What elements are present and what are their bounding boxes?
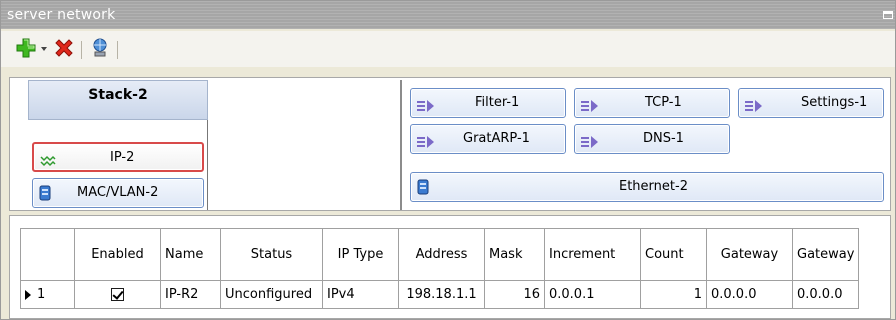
mask-cell[interactable]: 16 — [484, 280, 545, 309]
count-cell[interactable]: 1 — [640, 280, 707, 309]
network-wizard-icon[interactable] — [89, 37, 111, 63]
block-label: TCP-1 — [645, 95, 682, 110]
enabled-cell[interactable] — [74, 280, 161, 309]
column-header-enabled[interactable]: Enabled — [74, 228, 161, 281]
column-header-count[interactable]: Count — [640, 228, 707, 281]
title-bar[interactable]: server network — [1, 1, 895, 29]
ip-type-cell[interactable]: IPv4 — [322, 280, 399, 309]
device-icon — [39, 184, 51, 212]
block-mac-vlan-2[interactable]: MAC/VLAN-2 — [32, 178, 204, 208]
table-header-row: Enabled Name Status IP Type Address Mask… — [20, 228, 860, 281]
increment-cell[interactable]: 0.0.0.1 — [544, 280, 641, 309]
column-header-address[interactable]: Address — [398, 228, 485, 281]
ip-grid: Enabled Name Status IP Type Address Mask… — [9, 215, 891, 319]
current-row-arrow-icon — [25, 289, 31, 300]
column-header-status[interactable]: Status — [220, 228, 323, 281]
column-header-mask[interactable]: Mask — [484, 228, 545, 281]
stack-header[interactable]: Stack-2 — [28, 80, 208, 120]
column-header-name[interactable]: Name — [160, 228, 221, 281]
column-header-indicator — [20, 228, 75, 281]
ip-icon — [40, 151, 56, 179]
server-network-window: server network Stack-2 IP-2 MAC/VLAN-2 F… — [0, 0, 896, 320]
address-cell[interactable]: 198.18.1.1 — [398, 280, 485, 309]
toolbar-separator — [81, 41, 82, 59]
block-filter-1[interactable]: Filter-1 — [410, 88, 566, 118]
column-header-increment[interactable]: Increment — [544, 228, 641, 281]
block-label: MAC/VLAN-2 — [77, 185, 159, 200]
gateway-cell[interactable]: 0.0.0.0 — [706, 280, 793, 309]
gateway-2-cell[interactable]: 0.0.0.0 — [791, 280, 860, 309]
column-header-gateway[interactable]: Gateway — [706, 228, 793, 281]
enabled-checkbox[interactable] — [111, 288, 124, 301]
window-title: server network — [7, 7, 116, 23]
stack-column: Stack-2 IP-2 MAC/VLAN-2 — [28, 80, 208, 210]
block-label: IP-2 — [110, 150, 135, 165]
block-ip-2[interactable]: IP-2 — [32, 142, 204, 172]
block-gratarp-1[interactable]: GratARP-1 — [410, 124, 566, 154]
add-icon[interactable] — [15, 37, 37, 63]
block-ethernet-2[interactable]: Ethernet-2 — [410, 172, 884, 202]
row-index: 1 — [37, 287, 46, 302]
stack-divider — [400, 80, 402, 210]
block-tcp-1[interactable]: TCP-1 — [574, 88, 730, 118]
add-dropdown-chevron-icon[interactable] — [41, 47, 47, 51]
protocol-icon — [745, 96, 763, 124]
protocol-icon — [581, 132, 599, 160]
block-label: Ethernet-2 — [619, 179, 688, 194]
stack-panel: Stack-2 IP-2 MAC/VLAN-2 Filter-1 TCP-1 S… — [9, 77, 891, 211]
protocol-icon — [581, 96, 599, 124]
block-label: Filter-1 — [475, 95, 520, 110]
column-header-ip-type[interactable]: IP Type — [322, 228, 399, 281]
block-dns-1[interactable]: DNS-1 — [574, 124, 730, 154]
protocol-icon — [417, 96, 435, 124]
toolbar — [1, 31, 895, 67]
dock-icon[interactable] — [883, 11, 893, 19]
toolbar-separator — [117, 41, 118, 59]
ip-table: Enabled Name Status IP Type Address Mask… — [20, 228, 860, 309]
block-label: Settings-1 — [801, 95, 868, 110]
delete-icon[interactable] — [53, 37, 75, 63]
protocol-icon — [417, 132, 435, 160]
block-label: GratARP-1 — [463, 131, 530, 146]
block-label: DNS-1 — [643, 131, 684, 146]
name-cell[interactable]: IP-R2 — [160, 280, 221, 309]
status-cell[interactable]: Unconfigured — [220, 280, 323, 309]
block-settings-1[interactable]: Settings-1 — [738, 88, 884, 118]
device-icon — [417, 178, 429, 206]
table-row[interactable]: 1 IP-R2 Unconfigured IPv4 198.18.1.1 16 … — [20, 280, 860, 309]
column-header-gateway-2[interactable]: Gateway — [791, 228, 860, 281]
row-indicator-cell[interactable]: 1 — [20, 280, 75, 309]
